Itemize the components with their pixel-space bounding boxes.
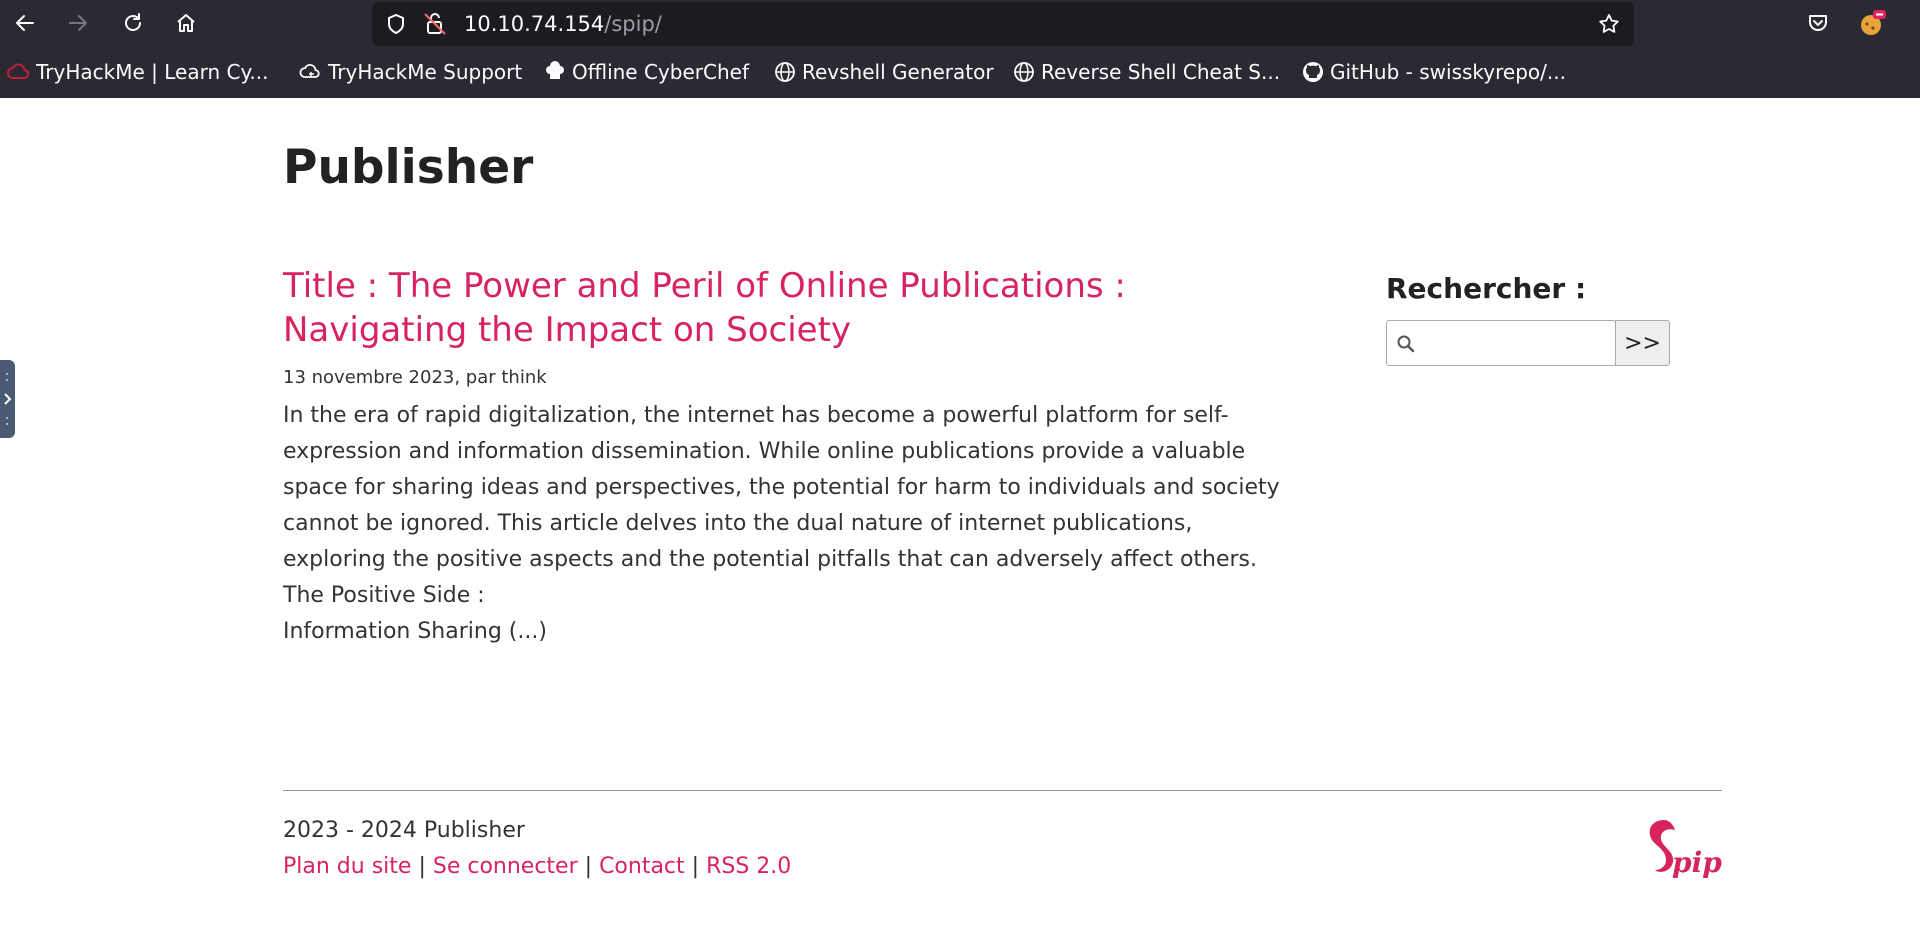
bookmark-star-icon[interactable]	[1597, 12, 1621, 36]
link-contact[interactable]: Contact	[599, 854, 685, 879]
bookmarks-toolbar: TryHackMe | Learn Cy... TryHackMe Suppor…	[0, 46, 1920, 98]
insecure-lock-icon[interactable]	[422, 11, 448, 37]
search-icon	[1397, 335, 1415, 353]
reload-button[interactable]	[117, 7, 149, 39]
footer-copyright: 2023 - 2024 Publisher	[283, 818, 525, 843]
article-intro: In the era of rapid digitalization, the …	[283, 403, 1280, 572]
link-plan-du-site[interactable]: Plan du site	[283, 854, 411, 879]
bookmark-item-github-swisskyrepo[interactable]: GitHub - swisskyrepo/...	[1302, 46, 1566, 98]
bookmark-label: Reverse Shell Cheat S...	[1041, 60, 1281, 84]
search-submit-button[interactable]: >>	[1615, 320, 1670, 366]
bookmark-item-revshell-generator[interactable]: Revshell Generator	[774, 46, 994, 98]
globe-icon	[775, 62, 795, 82]
tryhackme-icon	[7, 63, 30, 79]
url-host: 10.10.74.154	[464, 12, 605, 36]
forward-button[interactable]	[62, 7, 94, 39]
extension-button[interactable]	[1856, 7, 1888, 39]
article-subheading: The Positive Side :	[283, 583, 485, 608]
url-path: /spip/	[604, 12, 662, 36]
sidebar-toggle-handle[interactable]	[0, 360, 15, 438]
spip-logo[interactable]: pip	[1634, 816, 1724, 886]
bookmark-label: GitHub - swisskyrepo/...	[1330, 60, 1566, 84]
cloud-icon	[299, 64, 320, 78]
search-field[interactable]	[1386, 320, 1616, 366]
spip-logo-text: pip	[1672, 846, 1722, 879]
extension-cookie-icon	[1861, 10, 1886, 35]
pocket-icon	[1809, 15, 1827, 31]
globe-icon	[1014, 62, 1034, 82]
link-separator: |	[418, 854, 426, 879]
link-separator: |	[691, 854, 700, 879]
bookmark-label: Offline CyberChef	[572, 60, 749, 84]
bookmark-item-tryhackme-support[interactable]: TryHackMe Support	[298, 46, 522, 98]
bookmark-label: TryHackMe | Learn Cy...	[36, 60, 269, 84]
home-button[interactable]	[170, 7, 202, 39]
back-button[interactable]	[9, 7, 41, 39]
pocket-button[interactable]	[1802, 7, 1834, 39]
shield-icon	[388, 13, 404, 35]
site-title[interactable]: Publisher	[283, 140, 533, 195]
reload-icon	[125, 13, 141, 31]
link-separator: |	[584, 854, 593, 879]
github-icon	[1303, 62, 1323, 82]
link-rss[interactable]: RSS 2.0	[706, 854, 791, 879]
page-content: Publisher Title : The Power and Peril of…	[0, 98, 1920, 929]
search-heading: Rechercher :	[1386, 272, 1587, 305]
browser-toolbar: 10.10.74.154/spip/	[0, 0, 1920, 46]
arrow-left-icon	[16, 15, 34, 31]
home-icon	[177, 14, 195, 32]
search-input[interactable]	[1423, 321, 1607, 363]
bookmark-label: TryHackMe Support	[328, 60, 523, 84]
article-meta: 13 novembre 2023, par think	[283, 367, 547, 388]
bookmark-item-cyberchef[interactable]: Offline CyberChef	[544, 46, 749, 98]
article-teaser[interactable]: Information Sharing (...)	[283, 614, 1293, 650]
article-body: In the era of rapid digitalization, the …	[283, 398, 1293, 650]
bookmark-label: Revshell Generator	[802, 60, 994, 84]
footer-divider	[283, 790, 1722, 791]
bookmark-item-tryhackme[interactable]: TryHackMe | Learn Cy...	[6, 46, 269, 98]
link-se-connecter[interactable]: Se connecter	[433, 854, 578, 879]
arrow-right-icon	[69, 15, 87, 31]
article-title-link[interactable]: Title : The Power and Peril of Online Pu…	[283, 264, 1283, 352]
bookmark-item-reverse-shell-cheat[interactable]: Reverse Shell Cheat S...	[1013, 46, 1280, 98]
url-bar[interactable]: 10.10.74.154/spip/	[372, 2, 1634, 46]
chef-hat-icon	[546, 61, 564, 79]
chevron-right-icon	[4, 373, 12, 425]
footer-links: Plan du site | Se connecter | Contact | …	[283, 854, 791, 879]
url-text[interactable]: 10.10.74.154/spip/	[464, 2, 662, 46]
